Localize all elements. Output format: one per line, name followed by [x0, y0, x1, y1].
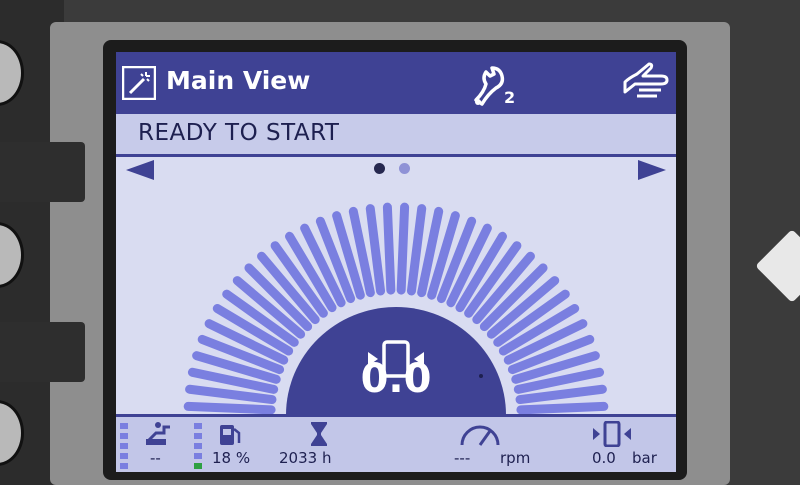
- gauge-tick: [382, 202, 396, 295]
- fuel-level-segment: [194, 443, 202, 449]
- display-screen: Main View 2 READY TO START 0.0 -- 18 % 2…: [116, 52, 676, 472]
- status-text: READY TO START: [138, 120, 340, 146]
- fuel-can-icon: [220, 425, 241, 445]
- header-bar: Main View 2: [116, 52, 676, 114]
- page-dot-active: [374, 163, 385, 174]
- status-bar: READY TO START: [116, 114, 676, 157]
- hand-icon[interactable]: [621, 62, 671, 102]
- nav-left-arrow[interactable]: [126, 160, 154, 180]
- fuel-level-bar: [194, 423, 202, 469]
- rpm-unit: rpm: [500, 449, 531, 467]
- hardware-arrow-key[interactable]: [755, 229, 800, 303]
- maintenance-level: 2: [504, 88, 516, 107]
- fuel-level-segment: [194, 453, 202, 459]
- fuel-level-segment: [194, 463, 202, 469]
- bottom-info-bar: -- 18 % 2033 h --- rpm 0.0 bar: [116, 414, 676, 472]
- gauge-tick: [396, 202, 410, 295]
- fuel-pump-icon: [146, 422, 170, 445]
- fuel-level-segment: [194, 433, 202, 439]
- rpm-value: ---: [454, 449, 471, 467]
- gauge-tick: [516, 401, 609, 415]
- hourglass-icon: [311, 422, 327, 446]
- page-dot-inactive: [399, 163, 410, 174]
- nav-right-arrow[interactable]: [638, 160, 666, 180]
- speedometer-icon: [460, 425, 500, 446]
- hardware-bar-2: [0, 322, 85, 382]
- fuel-flow-value: --: [150, 449, 161, 467]
- hours-value: 2033 h: [279, 449, 332, 467]
- hardware-bar-1: [0, 142, 85, 202]
- gauge-value: 0.0: [360, 356, 432, 402]
- page-title: Main View: [166, 66, 311, 95]
- fuel-level-value: 18 %: [212, 449, 251, 467]
- compressor-pressure-icon: [593, 421, 631, 447]
- pressure-value: 0.0: [592, 449, 616, 467]
- settings-wand-icon[interactable]: [122, 66, 156, 100]
- gauge-tick: [183, 401, 276, 415]
- level-bar-left: [120, 423, 128, 469]
- fuel-level-segment: [194, 423, 202, 429]
- pressure-unit: bar: [632, 449, 657, 467]
